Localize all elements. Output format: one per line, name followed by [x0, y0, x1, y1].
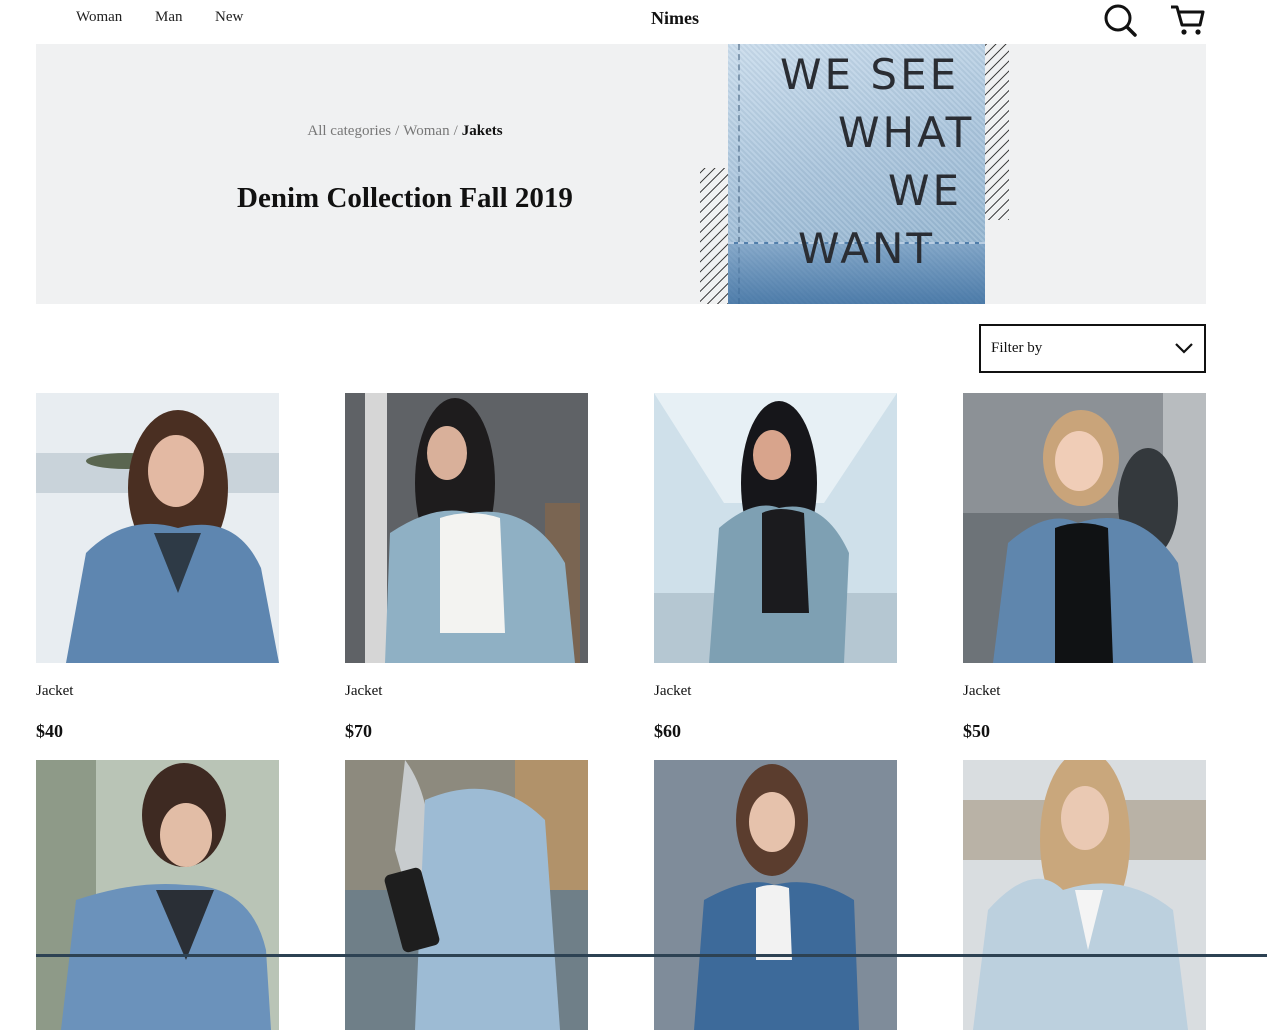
cart-icon[interactable]: [1169, 3, 1205, 37]
page-title: Denim Collection Fall 2019: [237, 182, 573, 214]
product-name: Jacket: [345, 683, 383, 699]
brand-logo[interactable]: Nimes: [0, 8, 1267, 29]
stripe-decoration-left: [700, 168, 728, 304]
product-name: Jacket: [963, 683, 1001, 699]
top-nav: Woman Man New Nimes: [0, 0, 1267, 44]
breadcrumb-woman[interactable]: Woman: [403, 123, 449, 139]
product-price: $40: [36, 721, 63, 741]
breadcrumb-current: Jakets: [461, 123, 503, 139]
hero-image: WE SEE WHAT WE WANT: [728, 44, 985, 304]
hero-banner: All categories / Woman / Jakets Denim Collec…: [36, 44, 1206, 304]
stripe-decoration-right: [985, 44, 1009, 220]
product-name: Jacket: [654, 683, 692, 699]
product-image[interactable]: [963, 760, 1206, 1030]
product-price: $50: [963, 721, 990, 741]
chevron-down-icon: [1174, 338, 1194, 358]
product-image[interactable]: [963, 393, 1206, 663]
product-image[interactable]: [654, 393, 897, 663]
product-price: $60: [654, 721, 681, 741]
product-image[interactable]: [654, 760, 897, 1030]
filter-dropdown[interactable]: Filter by: [979, 324, 1206, 373]
product-image[interactable]: [36, 760, 279, 1030]
breadcrumb: All categories / Woman / Jakets: [307, 123, 503, 139]
product-image[interactable]: [36, 393, 279, 663]
product-name: Jacket: [36, 683, 74, 699]
hero-image-text: WE SEE WHAT WE WANT: [780, 50, 975, 273]
product-image[interactable]: [345, 393, 588, 663]
filter-label: Filter by: [991, 340, 1043, 356]
search-icon[interactable]: [1102, 3, 1138, 37]
breadcrumb-all-categories[interactable]: All categories: [307, 123, 391, 139]
product-price: $70: [345, 721, 372, 741]
product-image[interactable]: [345, 760, 588, 1030]
